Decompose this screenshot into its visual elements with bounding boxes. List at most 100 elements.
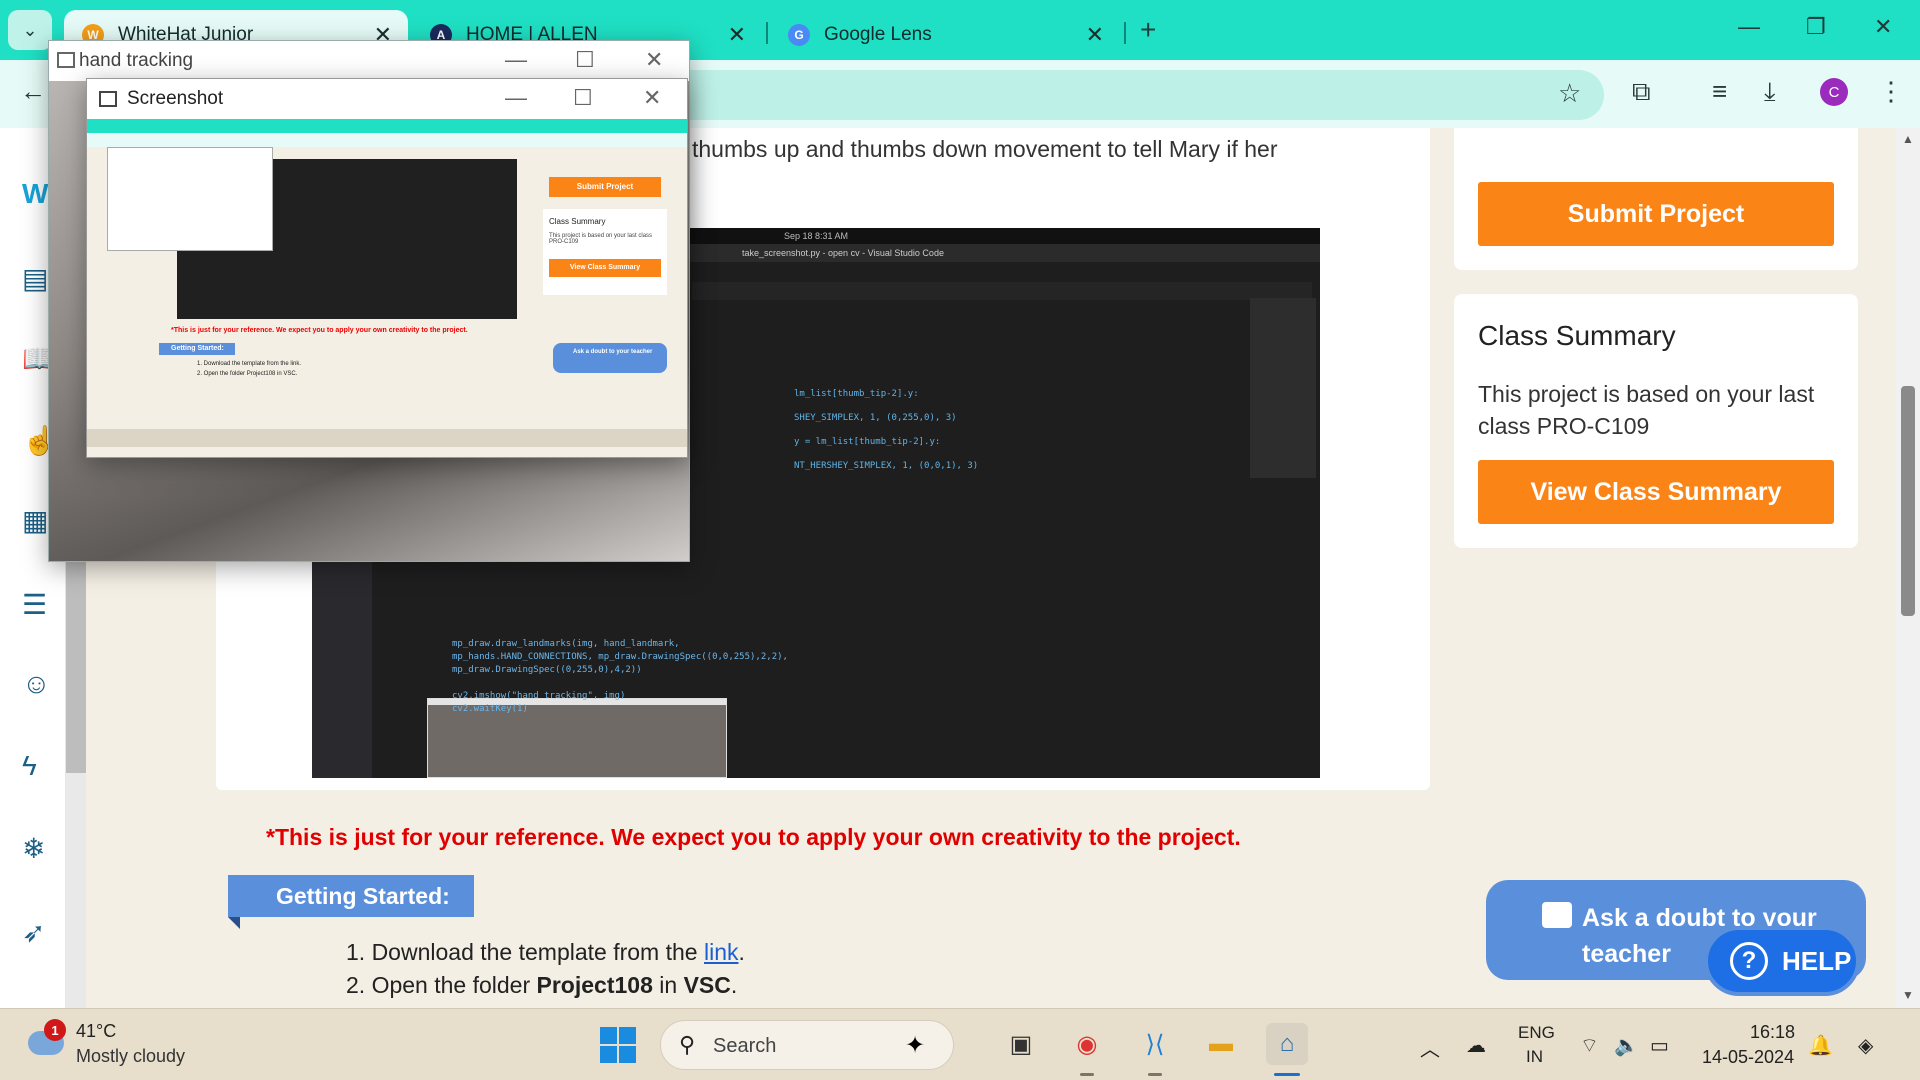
task-view-icon[interactable]: ▣ <box>1000 1023 1042 1065</box>
mini-toolbar <box>87 133 687 147</box>
maximize-icon[interactable]: ☐ <box>575 47 595 73</box>
page-scrollbar[interactable]: ▲ ▼ <box>1896 128 1920 1008</box>
tab-google-lens[interactable]: G Google Lens ✕ <box>770 10 1120 60</box>
extensions-puzzle-icon[interactable]: ⧉ <box>1632 76 1651 108</box>
help-button[interactable]: ? HELP <box>1704 926 1860 996</box>
hand-tracking-titlebar[interactable]: hand tracking — ☐ ✕ <box>49 41 689 81</box>
whitehat-logo-icon[interactable]: W <box>22 178 48 210</box>
mini-taskbar <box>87 429 687 447</box>
mini-getting-started: Getting Started: <box>159 343 235 355</box>
onedrive-cloud-icon[interactable]: ☁ <box>1466 1033 1486 1058</box>
window-app-icon <box>57 52 75 68</box>
class-summary-title: Class Summary <box>1478 320 1676 351</box>
app-active-indicator <box>1274 1073 1300 1076</box>
chat-icon <box>1542 902 1572 928</box>
bookmark-star-icon[interactable]: ☆ <box>1558 78 1581 109</box>
rocket-icon[interactable]: ➶ <box>22 916 45 949</box>
mini-steps: 1. Download the template from the link. … <box>197 361 302 377</box>
scroll-up-icon[interactable]: ▲ <box>1902 132 1914 146</box>
smiley-icon[interactable]: ☺ <box>22 668 51 700</box>
clock-time[interactable]: 16:18 <box>1750 1022 1795 1043</box>
help-label: HELP <box>1782 945 1852 976</box>
scroll-down-icon[interactable]: ▼ <box>1902 988 1914 1002</box>
tab-search-menu-button[interactable]: ⌄ <box>8 10 52 50</box>
close-icon[interactable]: ✕ <box>643 85 661 111</box>
question-icon: ? <box>1730 942 1768 980</box>
restore-icon[interactable]: ❐ <box>1806 14 1826 40</box>
mini-submit-button: Submit Project <box>549 177 661 197</box>
address-bar[interactable]: 3 ☆ <box>620 70 1604 120</box>
media-queue-icon[interactable]: ≡ <box>1712 76 1727 107</box>
close-icon[interactable]: ✕ <box>1086 22 1104 48</box>
class-summary-card: Class Summary This project is based on y… <box>1454 294 1858 548</box>
profile-avatar[interactable]: C <box>1820 78 1848 106</box>
hand-tracking-title: hand tracking <box>79 50 194 71</box>
window-app-icon <box>99 91 117 107</box>
lightning-icon[interactable]: ϟ <box>22 750 37 782</box>
download-icon[interactable]: ⤓ <box>1764 76 1776 108</box>
calendar-icon[interactable]: ▦ <box>22 504 48 537</box>
notes-icon[interactable]: ☰ <box>22 588 47 621</box>
screenshot-code-right: lm_list[thumb_tip-2].y: SHEY_SIMPLEX, 1,… <box>794 389 979 471</box>
app-running-indicator <box>1080 1073 1094 1076</box>
mini-class-summary: Class Summary This project is based on y… <box>543 209 667 295</box>
view-class-summary-button[interactable]: View Class Summary <box>1478 460 1834 524</box>
kebab-menu-icon[interactable]: ⋮ <box>1878 76 1904 107</box>
snowflake-icon[interactable]: ❄ <box>22 832 45 865</box>
intro-text: thumbs up and thumbs down movement to te… <box>692 136 1278 162</box>
tab-divider <box>766 22 768 44</box>
close-icon[interactable]: ✕ <box>645 47 663 73</box>
battery-icon[interactable]: ▭ <box>1650 1033 1669 1058</box>
mini-note: *This is just for your reference. We exp… <box>171 327 468 334</box>
minimize-icon[interactable]: — <box>1738 14 1760 40</box>
template-link[interactable]: link <box>704 939 739 965</box>
minimize-icon[interactable]: — <box>505 85 527 111</box>
vscode-icon[interactable]: ⟩⟨ <box>1134 1023 1176 1065</box>
start-windows-icon[interactable] <box>600 1027 636 1063</box>
google-lens-favicon-icon: G <box>788 24 810 46</box>
search-highlight-icon: ✦ <box>905 1032 926 1059</box>
screenshot-code-bottom: mp_draw.draw_landmarks(img, hand_landmar… <box>452 639 788 714</box>
scrollbar-thumb[interactable] <box>1901 386 1915 616</box>
weather-alert-badge: 1 <box>44 1019 66 1041</box>
close-window-icon[interactable]: ✕ <box>1874 14 1892 40</box>
wifi-icon[interactable]: ⌔ <box>1580 1033 1599 1058</box>
weather-description[interactable]: Mostly cloudy <box>76 1046 185 1067</box>
python-app-icon[interactable]: ⌂ <box>1266 1023 1308 1065</box>
screenshot-preview: Submit Project Class Summary This projec… <box>87 119 687 457</box>
submit-project-button[interactable]: Submit Project <box>1478 182 1834 246</box>
volume-icon[interactable]: 🔈 <box>1614 1033 1639 1058</box>
chrome-icon[interactable]: ◉ <box>1066 1023 1108 1065</box>
screenshot-editor-tabs <box>692 282 1312 300</box>
copilot-icon[interactable]: ◈ <box>1858 1033 1873 1058</box>
language-indicator[interactable]: ENG <box>1518 1023 1555 1043</box>
screenshot-titlebar[interactable]: Screenshot — ☐ ✕ <box>87 79 687 119</box>
clock-date[interactable]: 14-05-2024 <box>1702 1047 1794 1068</box>
class-summary-text: This project is based on your last class… <box>1478 381 1815 439</box>
search-icon: ⚲ <box>679 1032 696 1057</box>
reference-note: *This is just for your reference. We exp… <box>266 824 1241 850</box>
new-tab-plus-icon[interactable]: + <box>1140 14 1156 46</box>
dashboard-icon[interactable]: ▤ <box>22 262 48 295</box>
notification-bell-icon[interactable]: 🔔 <box>1808 1033 1833 1058</box>
chevron-down-icon: ⌄ <box>22 19 38 40</box>
tab-label: Google Lens <box>824 24 932 45</box>
tab-divider <box>1124 22 1126 44</box>
taskbar-search[interactable]: ⚲ Search ✦ <box>660 1020 954 1070</box>
region-indicator[interactable]: IN <box>1526 1047 1543 1067</box>
back-arrow-icon[interactable]: ← <box>20 76 46 107</box>
screenshot-minimap <box>1250 298 1316 478</box>
mini-nested-window <box>107 147 273 251</box>
screenshot-window[interactable]: Screenshot — ☐ ✕ Submit Project Class Su… <box>86 78 688 458</box>
submit-card: Submit Project <box>1454 128 1858 270</box>
weather-temperature[interactable]: 41°C <box>76 1021 116 1042</box>
windows-taskbar: 1 41°C Mostly cloudy ⚲ Search ✦ ▣ ◉ ⟩⟨ ▬… <box>0 1008 1920 1080</box>
minimize-icon[interactable]: — <box>505 47 527 73</box>
file-explorer-icon[interactable]: ▬ <box>1200 1023 1242 1065</box>
close-icon[interactable]: ✕ <box>728 22 746 48</box>
chevron-up-icon[interactable]: ︿ <box>1420 1033 1440 1062</box>
search-placeholder: Search <box>713 1035 777 1057</box>
maximize-icon[interactable]: ☐ <box>573 85 593 111</box>
mini-ask-button: Ask a doubt to your teacher <box>553 343 667 373</box>
mini-tab-strip <box>87 119 687 133</box>
